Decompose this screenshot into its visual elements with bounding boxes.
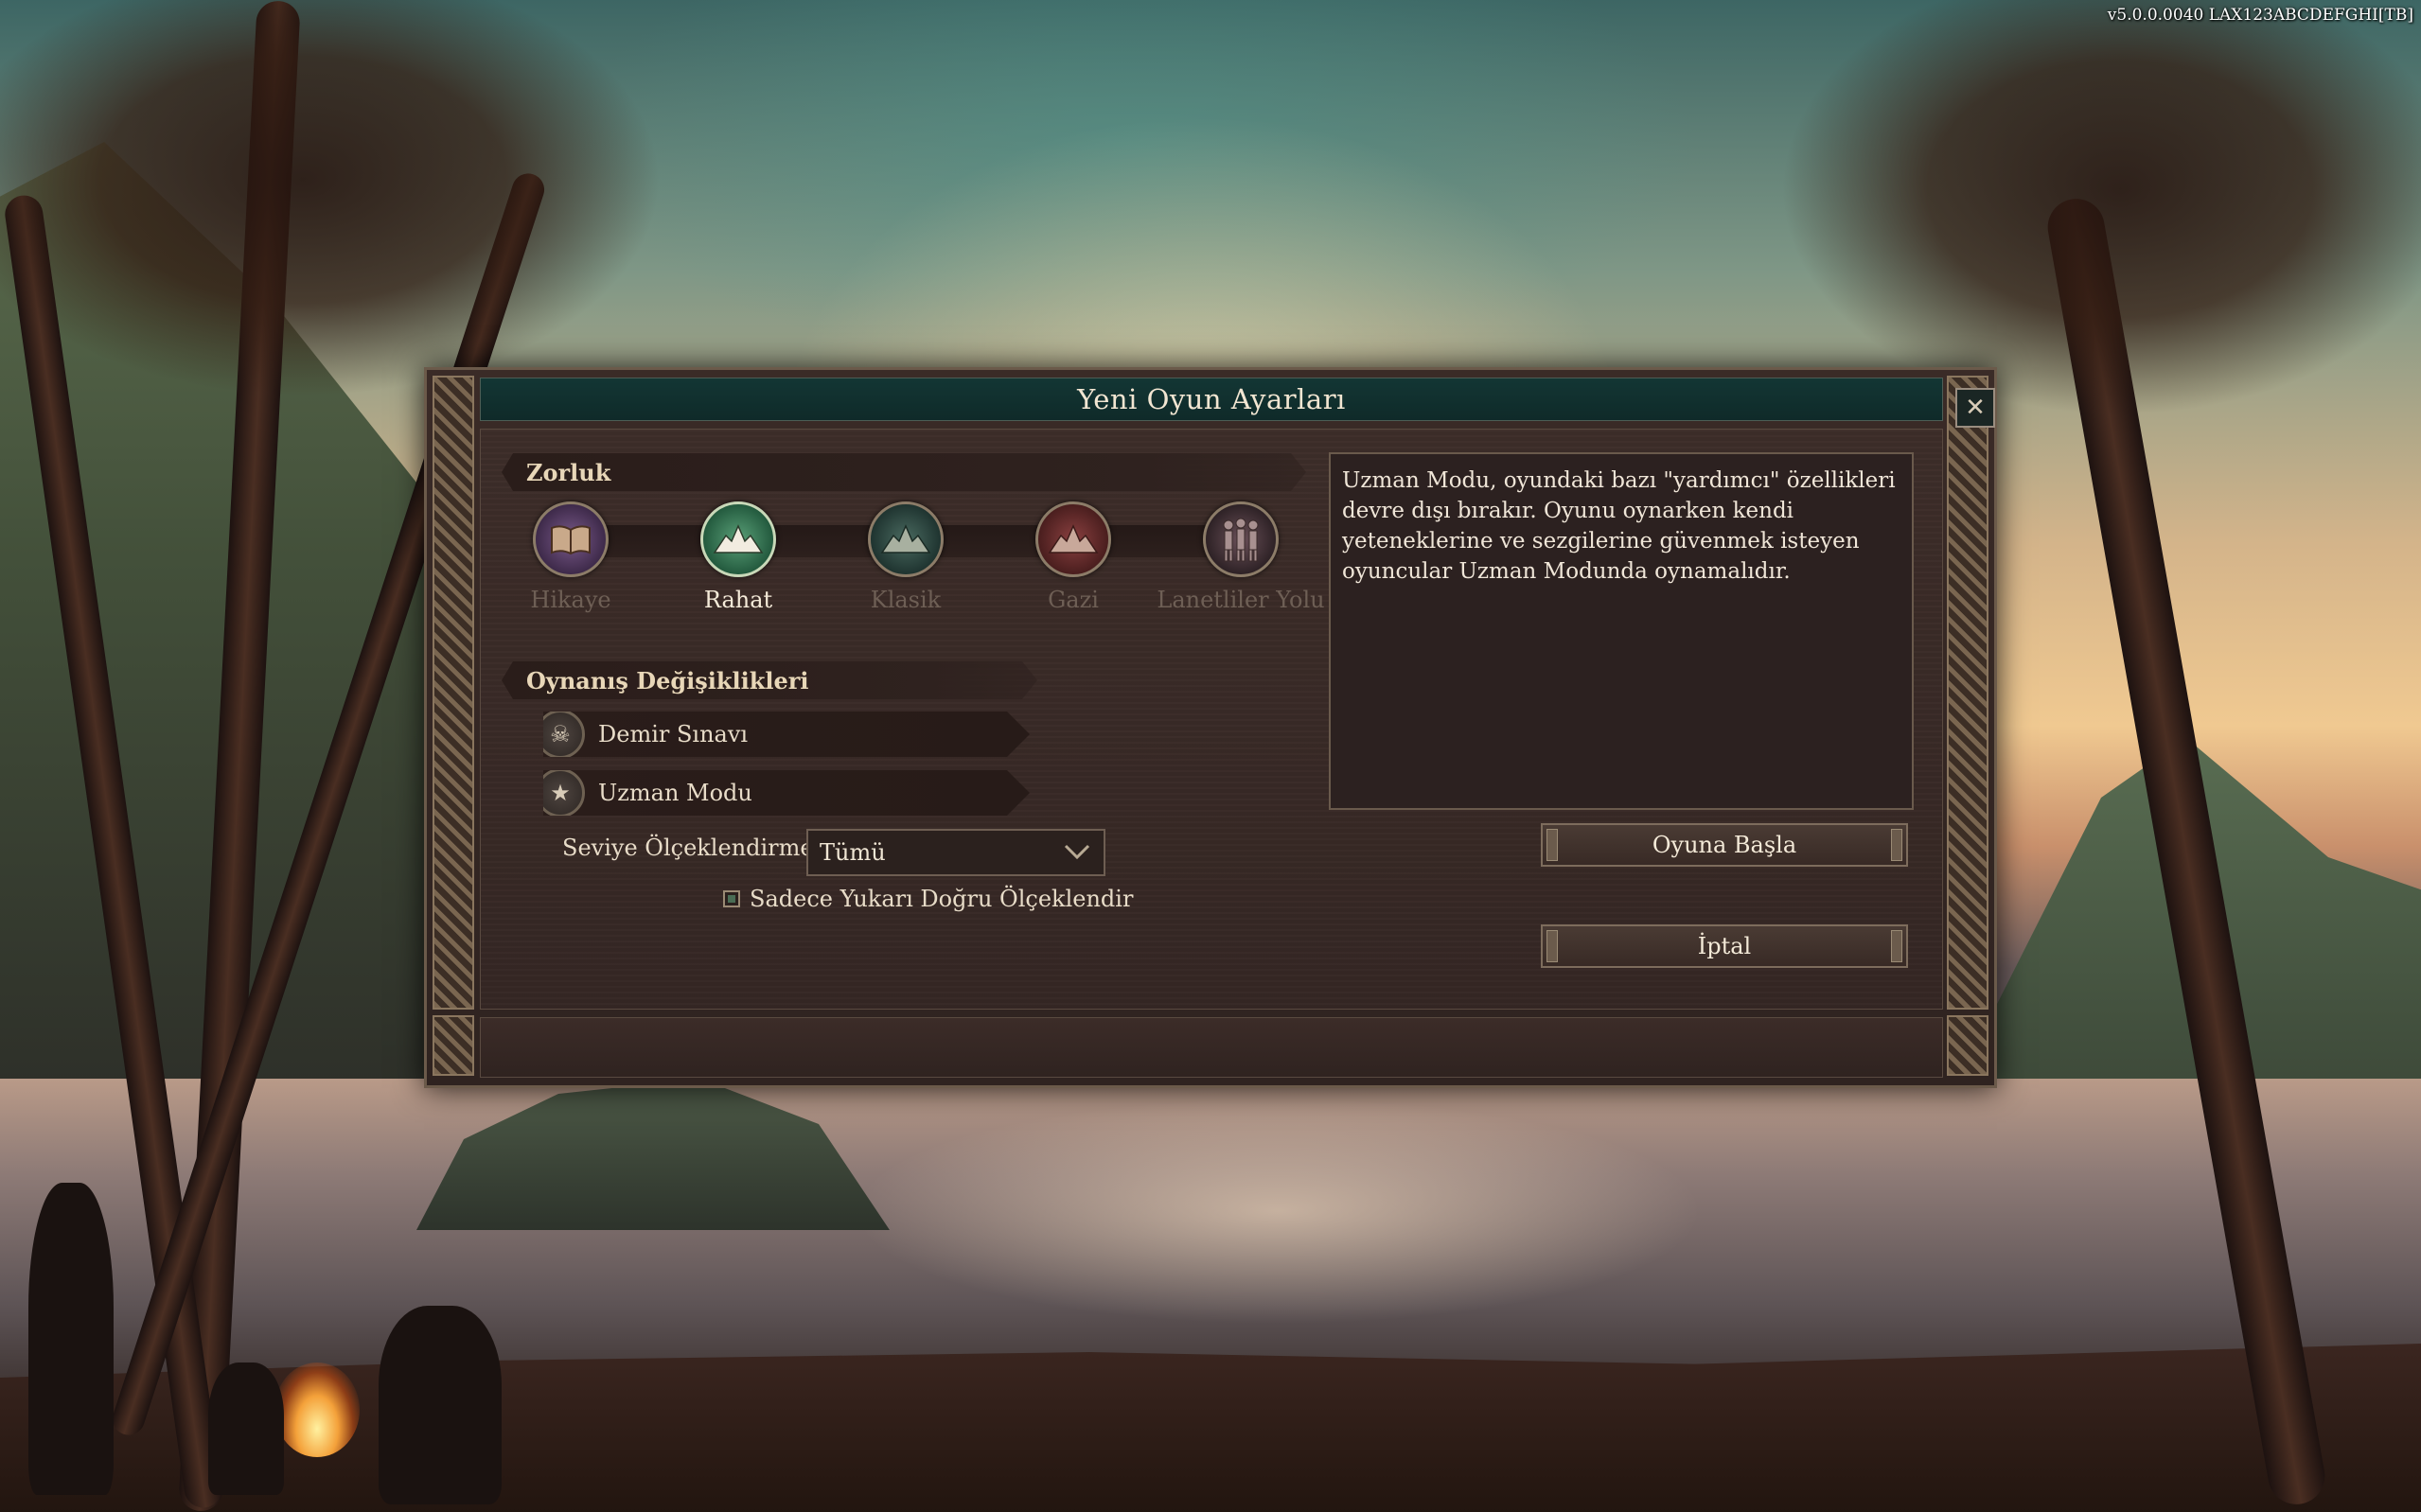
difficulty-label-klasik: Klasik xyxy=(870,587,942,613)
mountain-icon xyxy=(868,501,944,577)
expert-icon-glyph: ★ xyxy=(550,780,571,806)
modifier-label-iron-trial: Demir Sınavı xyxy=(598,721,749,747)
shore xyxy=(0,1344,2421,1512)
difficulty-header: Zorluk xyxy=(502,453,1306,491)
difficulty-label-lanetliler-yolu: Lanetliler Yolu xyxy=(1157,587,1325,613)
difficulty-header-label: Zorluk xyxy=(526,458,611,486)
button-cap-right xyxy=(1891,829,1902,861)
difficulty-option-klasik[interactable]: Klasik xyxy=(821,501,991,613)
modifiers-header: Oynanış Değişiklikleri xyxy=(502,661,1037,699)
description-panel: Uzman Modu, oyundaki bazı "yardımcı" öze… xyxy=(1329,452,1914,810)
campfire xyxy=(274,1363,360,1457)
close-icon: ✕ xyxy=(1965,394,1986,422)
figure-sitting-1 xyxy=(208,1363,284,1495)
difficulty-option-gazi[interactable]: Gazi xyxy=(988,501,1158,613)
difficulty-label-hikaye: Hikaye xyxy=(530,587,611,613)
level-scaling-label: Seviye Ölçeklendirme xyxy=(562,835,814,861)
rope-border-right xyxy=(1947,376,1988,1010)
scale-up-only-checkbox[interactable] xyxy=(723,890,740,907)
dialog-title: Yeni Oyun Ayarları xyxy=(1077,383,1346,415)
cancel-button[interactable]: İptal xyxy=(1541,924,1908,968)
modifier-iron-trial[interactable]: ☠ Demir Sınavı xyxy=(543,712,1030,757)
close-button[interactable]: ✕ xyxy=(1955,388,1995,428)
difficulty-option-hikaye[interactable]: Hikaye xyxy=(486,501,656,613)
modifiers-header-label: Oynanış Değişiklikleri xyxy=(526,666,809,694)
difficulty-label-rahat: Rahat xyxy=(703,587,773,613)
figure-sitting-2 xyxy=(379,1306,502,1504)
dialog-bottom-bar xyxy=(480,1017,1943,1078)
description-text: Uzman Modu, oyundaki bazı "yardımcı" öze… xyxy=(1342,468,1896,584)
skull-icon-glyph: ☠ xyxy=(550,721,571,747)
scale-up-only-label: Sadece Yukarı Doğru Ölçeklendir xyxy=(750,886,1134,912)
difficulty-option-lanetliler-yolu[interactable]: Lanetliler Yolu xyxy=(1156,501,1326,613)
mountain-icon xyxy=(700,501,776,577)
difficulty-label-gazi: Gazi xyxy=(1048,587,1099,613)
rope-border-foot-right xyxy=(1947,1015,1988,1076)
mountain-icon xyxy=(1035,501,1111,577)
skeleton-icon xyxy=(1203,501,1279,577)
lake-reflection xyxy=(852,1098,1704,1325)
level-scaling-select[interactable]: Tümü xyxy=(806,829,1105,876)
difficulty-option-rahat[interactable]: Rahat xyxy=(653,501,823,613)
button-cap-right xyxy=(1891,930,1902,962)
rope-border-left xyxy=(433,376,474,1010)
title-bar: Yeni Oyun Ayarları ✕ xyxy=(480,378,1995,428)
palm-leaves-right xyxy=(1779,0,2421,416)
version-label: v5.0.0.0040 LAX123ABCDEFGHI[TB] xyxy=(2107,6,2413,25)
modifier-label-expert-mode: Uzman Modu xyxy=(598,780,752,806)
button-cap-left xyxy=(1546,829,1558,861)
figure-standing xyxy=(28,1183,114,1495)
start-game-button[interactable]: Oyuna Başla xyxy=(1541,823,1908,867)
book-icon xyxy=(533,501,609,577)
level-scaling-value: Tümü xyxy=(820,839,886,866)
rope-border-foot-left xyxy=(433,1015,474,1076)
cancel-label: İptal xyxy=(1697,933,1752,959)
start-game-label: Oyuna Başla xyxy=(1652,832,1797,858)
modifier-expert-mode[interactable]: ★ Uzman Modu xyxy=(543,770,1030,816)
chevron-down-icon xyxy=(1064,844,1090,860)
button-cap-left xyxy=(1546,930,1558,962)
palm-leaves-left xyxy=(0,0,663,397)
